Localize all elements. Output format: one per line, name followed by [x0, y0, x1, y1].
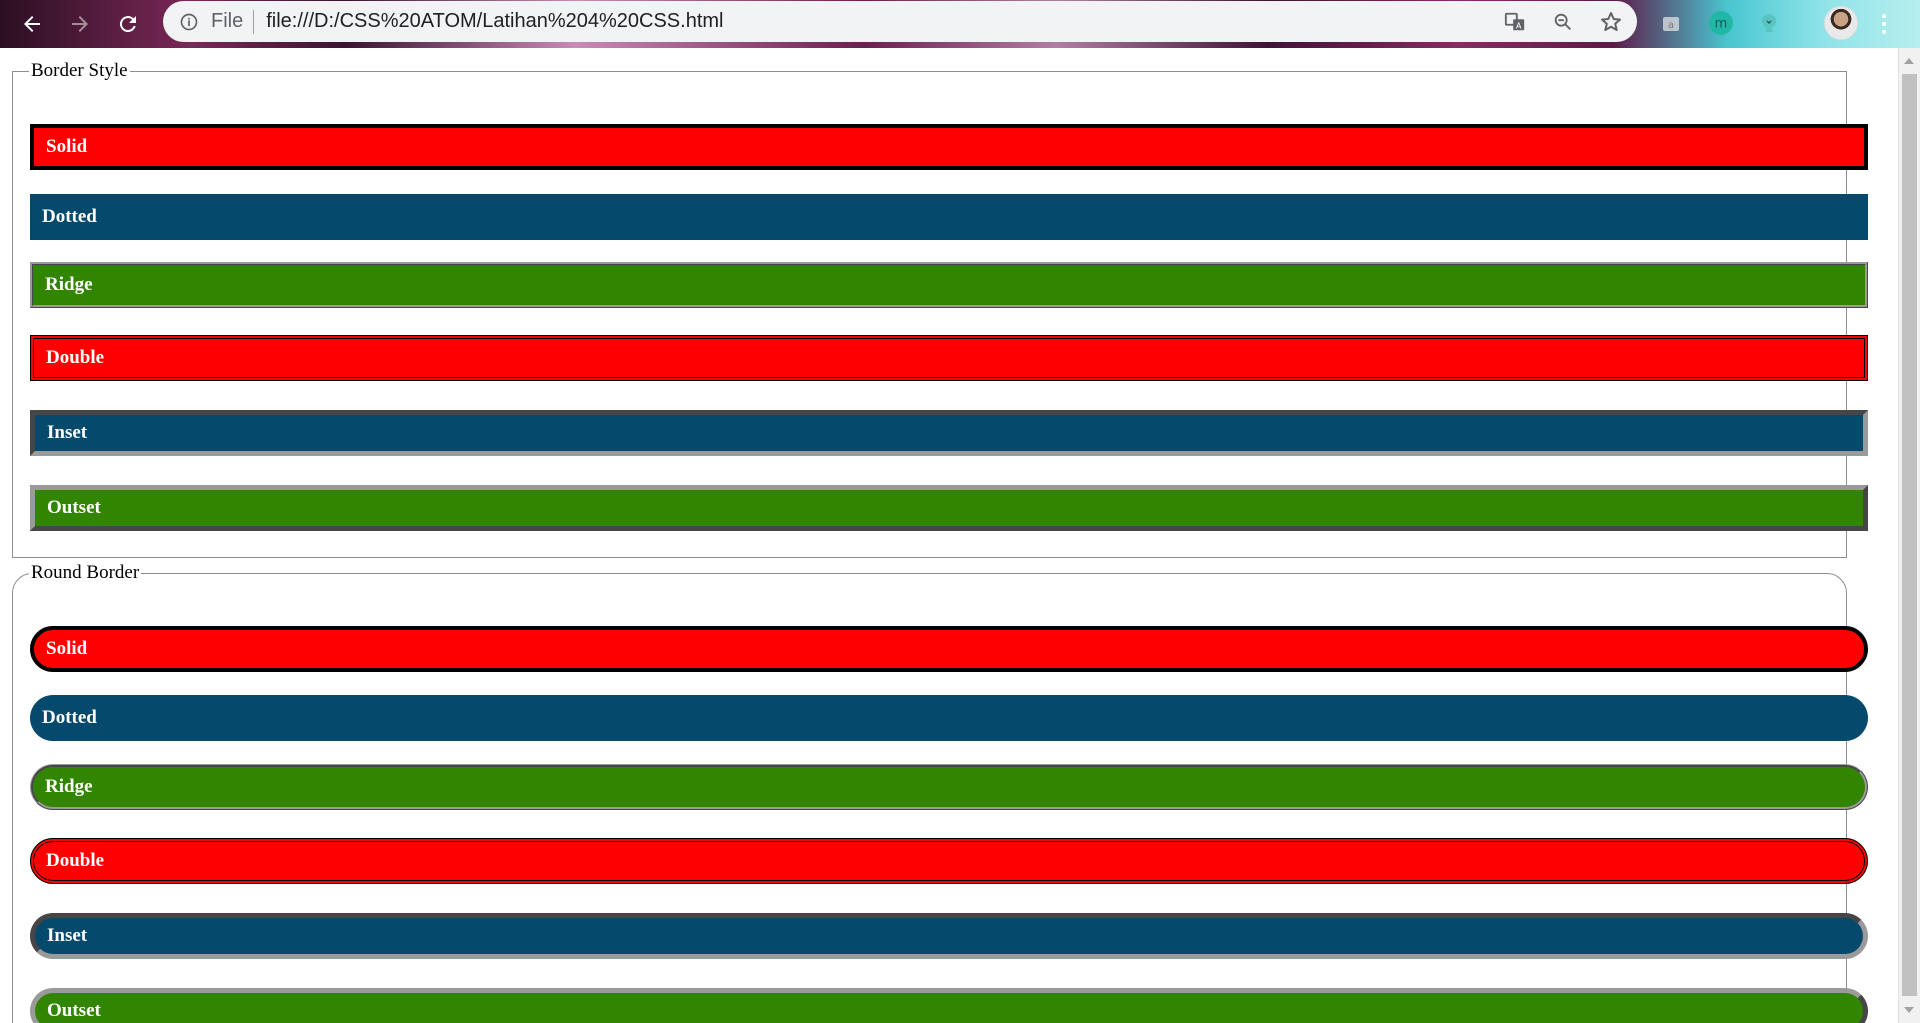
bar-solid: Solid — [30, 124, 1868, 170]
avatar[interactable] — [1824, 6, 1858, 40]
forward-button[interactable] — [60, 4, 100, 44]
bar-ridge: Ridge — [30, 262, 1868, 308]
back-button[interactable] — [12, 4, 52, 44]
scheme-label: File — [211, 10, 244, 32]
divider — [253, 9, 255, 34]
browser-toolbar: File file:///D:/CSS%20ATOM/Latihan%204%2… — [0, 0, 1920, 48]
bar-solid: Solid — [30, 626, 1868, 672]
bar-double: Double — [30, 838, 1868, 884]
zoom-out-icon[interactable] — [1551, 10, 1575, 34]
menu-icon[interactable] — [1872, 8, 1896, 40]
vertical-scrollbar[interactable] — [1898, 48, 1920, 1023]
extension-icon[interactable]: a — [1656, 8, 1686, 38]
reload-button[interactable] — [108, 4, 148, 44]
svg-text:m: m — [1715, 16, 1728, 31]
back-arrow-icon — [24, 16, 40, 32]
forward-arrow-icon — [72, 16, 88, 32]
scrollbar-thumb[interactable] — [1902, 74, 1917, 996]
round-border-section: Round Border Solid Dotted Ridge Double I… — [12, 562, 1868, 1023]
bar-double: Double — [30, 335, 1868, 381]
scroll-down-icon[interactable] — [1904, 1007, 1914, 1013]
extension-icon[interactable]: m — [1706, 8, 1736, 38]
bar-ridge: Ridge — [30, 764, 1868, 810]
section-legend: Round Border — [31, 562, 140, 583]
omnibox-actions: A — [1503, 1, 1623, 42]
page-viewport: Border Style Solid Dotted Ridge Double I… — [0, 48, 1898, 1023]
scroll-up-icon[interactable] — [1904, 58, 1914, 64]
bar-dotted: Dotted — [30, 695, 1868, 741]
url-text[interactable]: file:///D:/CSS%20ATOM/Latihan%204%20CSS.… — [266, 10, 723, 33]
address-bar[interactable]: File file:///D:/CSS%20ATOM/Latihan%204%2… — [163, 1, 1637, 42]
border-style-section: Border Style Solid Dotted Ridge Double I… — [12, 60, 1868, 558]
bar-inset: Inset — [30, 913, 1868, 959]
section-legend: Border Style — [31, 60, 128, 81]
bar-outset: Outset — [30, 988, 1868, 1023]
bar-inset: Inset — [30, 410, 1868, 456]
translate-icon[interactable]: A — [1503, 10, 1527, 34]
info-icon[interactable] — [177, 10, 201, 34]
svg-text:a: a — [1668, 20, 1674, 31]
reload-icon — [119, 16, 136, 33]
extension-icon[interactable] — [1754, 8, 1784, 38]
bookmark-star-icon[interactable] — [1599, 10, 1623, 34]
bar-outset: Outset — [30, 485, 1868, 531]
svg-text:A: A — [1516, 20, 1522, 30]
bar-dotted: Dotted — [30, 194, 1868, 240]
